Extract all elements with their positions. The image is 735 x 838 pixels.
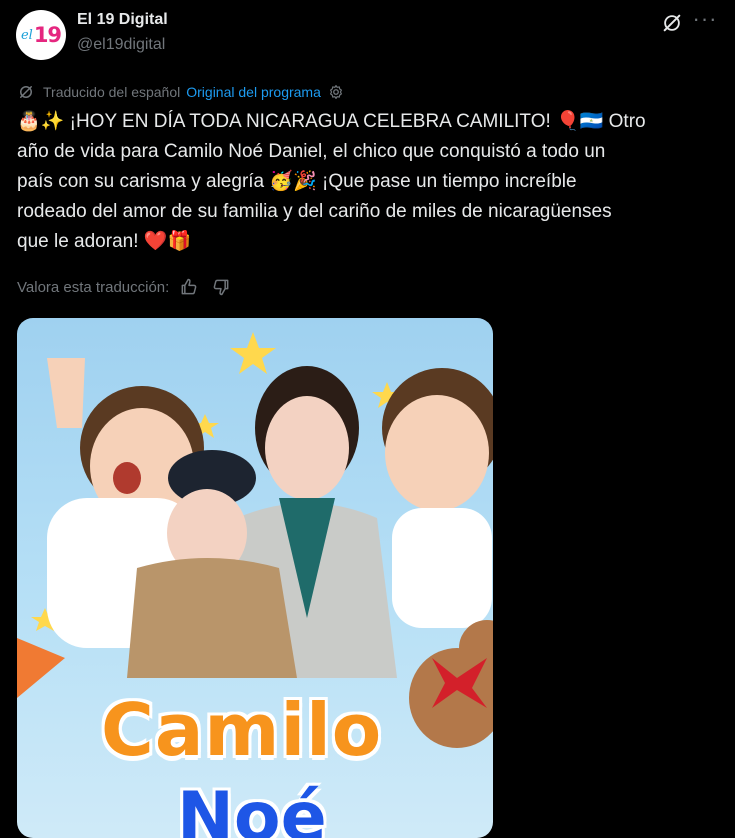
post-line3-b: ¡Que pase un tiempo increíble (322, 171, 577, 192)
avatar-logo-el: el (20, 27, 33, 43)
original-link[interactable]: Original del programa (186, 84, 321, 100)
post-line1-b: Otro (608, 111, 646, 132)
party-popper-emoji: 🎉 (293, 171, 317, 192)
avatar[interactable]: el 19 (16, 10, 66, 60)
post-line5: que le adoran! (17, 231, 139, 252)
settings-icon[interactable] (327, 83, 345, 101)
nicaragua-flag-emoji: 🇳🇮 (579, 111, 604, 132)
translation-row: Traducido del español Original del progr… (17, 82, 345, 102)
caption-noe: Noé (177, 778, 327, 838)
post-text: 🎂✨ ¡HOY EN DÍA TODA NICARAGUA CELEBRA CA… (17, 107, 717, 257)
more-icon[interactable]: ··· (691, 8, 719, 34)
party-face-emoji: 🥳 (269, 171, 294, 192)
translate-icon (20, 86, 32, 98)
rate-label: Valora esta traducción: (17, 278, 170, 296)
gift-emoji: 🎁 (167, 231, 192, 252)
heart-emoji: ❤️ (143, 231, 168, 252)
thumbs-down-icon[interactable] (211, 277, 231, 297)
post-line3-a: país con su carisma y alegría (17, 171, 265, 192)
translation-label: Traducido del español (43, 84, 181, 100)
post-image[interactable]: Camilo Noé (17, 318, 493, 838)
avatar-logo-19: 19 (33, 23, 62, 47)
post-line1-a: ¡HOY EN DÍA TODA NICARAGUA CELEBRA CAMIL… (69, 111, 551, 132)
grok-icon[interactable] (661, 12, 683, 34)
account-name[interactable]: El 19 Digital (77, 11, 168, 29)
thumbs-up-icon[interactable] (179, 277, 199, 297)
rate-translation-row: Valora esta traducción: (17, 276, 231, 298)
post-header: el 19 El 19 Digital @el19digital ··· (16, 8, 719, 62)
account-handle[interactable]: @el19digital (77, 36, 165, 54)
caption-camilo: Camilo (101, 688, 383, 772)
balloon-emoji: 🎈 (556, 111, 580, 132)
post-line4: rodeado del amor de su familia y del car… (17, 201, 612, 222)
sparkles-emoji: ✨ (40, 111, 65, 132)
cake-emoji: 🎂 (17, 111, 41, 132)
post-line2: año de vida para Camilo Noé Daniel, el c… (17, 141, 606, 162)
